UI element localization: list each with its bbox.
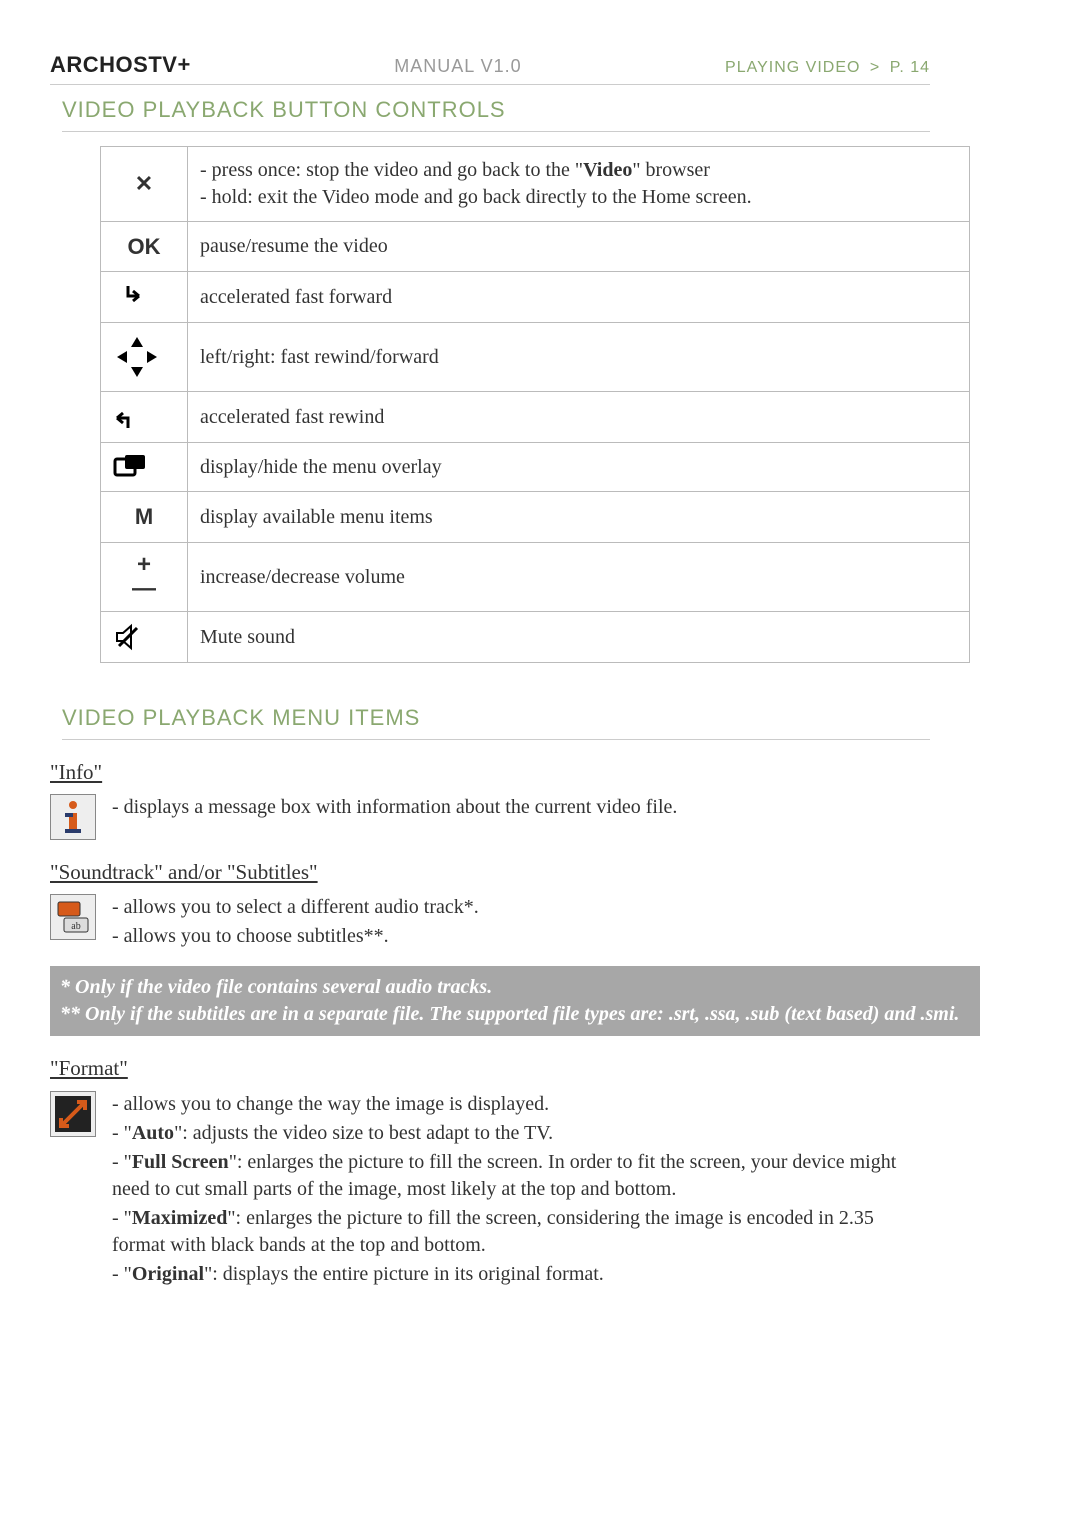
- format-orig: - "Original": displays the entire pictur…: [112, 1261, 930, 1288]
- brand-name: ARCHOS: [50, 52, 148, 77]
- menu-m-icon: M: [101, 492, 188, 543]
- format-full: - "Full Screen": enlarges the picture to…: [112, 1149, 930, 1203]
- dpad-icon: [101, 323, 188, 392]
- soundtrack-line2: - allows you to choose subtitles**.: [112, 923, 930, 950]
- format-auto-text: : adjusts the video size to best adapt t…: [182, 1122, 553, 1144]
- table-row: display/hide the menu overlay: [101, 443, 970, 492]
- menu-item-format-text: - allows you to change the way the image…: [112, 1089, 930, 1290]
- table-row: left/right: fast rewind/forward: [101, 323, 970, 392]
- table-row: accelerated fast rewind: [101, 392, 970, 443]
- table-row: +—increase/decrease volume: [101, 543, 970, 612]
- breadcrumb: PLAYING VIDEO > P. 14: [725, 57, 930, 79]
- menu-item-info-text: - displays a message box with informatio…: [112, 792, 930, 823]
- soundtrack-icon: ab: [50, 894, 96, 940]
- control-description: pause/resume the video: [188, 221, 970, 272]
- control-description: display available menu items: [188, 492, 970, 543]
- section-title-controls: VIDEO PLAYBACK BUTTON CONTROLS: [62, 95, 930, 132]
- brand-block: ARCHOSTV+: [50, 50, 191, 80]
- fast-rewind-accel-icon: [101, 392, 188, 443]
- ok-icon: OK: [101, 221, 188, 272]
- footnote-line2: ** Only if the subtitles are in a separa…: [60, 1001, 970, 1028]
- soundtrack-line1: - allows you to select a different audio…: [112, 894, 930, 921]
- format-line1: - allows you to change the way the image…: [112, 1091, 930, 1118]
- menu-item-info-title: "Info": [50, 758, 930, 786]
- menu-item-soundtrack-title: "Soundtrack" and/or "Subtitles": [50, 858, 930, 886]
- brand-suffix: TV+: [148, 52, 190, 77]
- format-orig-label: Original: [132, 1263, 204, 1285]
- menu-item-info: - displays a message box with informatio…: [50, 792, 930, 840]
- control-description: accelerated fast rewind: [188, 392, 970, 443]
- format-max-text: : enlarges the picture to fill the scree…: [112, 1207, 874, 1256]
- format-max-label: Maximized: [132, 1207, 228, 1229]
- overlay-toggle-icon: [101, 443, 188, 492]
- control-description: display/hide the menu overlay: [188, 443, 970, 492]
- format-orig-text: : displays the entire picture in its ori…: [212, 1263, 604, 1285]
- control-description: left/right: fast rewind/forward: [188, 323, 970, 392]
- breadcrumb-page: P. 14: [890, 59, 930, 76]
- table-row: OKpause/resume the video: [101, 221, 970, 272]
- volume-plus-minus-icon: +—: [101, 543, 188, 612]
- close-x-icon: ✕: [101, 146, 188, 221]
- breadcrumb-section: PLAYING VIDEO: [725, 59, 860, 76]
- table-row: ✕- press once: stop the video and go bac…: [101, 146, 970, 221]
- control-description: increase/decrease volume: [188, 543, 970, 612]
- control-description: - press once: stop the video and go back…: [188, 146, 970, 221]
- footnote-box: * Only if the video file contains severa…: [50, 966, 980, 1036]
- menu-item-soundtrack: ab - allows you to select a different au…: [50, 892, 930, 952]
- format-icon: [50, 1091, 96, 1137]
- menu-item-format-title: "Format": [50, 1054, 930, 1082]
- fast-forward-accel-icon: [101, 272, 188, 323]
- controls-table: ✕- press once: stop the video and go bac…: [100, 146, 970, 663]
- control-description: accelerated fast forward: [188, 272, 970, 323]
- info-line1: - displays a message box with informatio…: [112, 794, 930, 821]
- footnote-line1: * Only if the video file contains severa…: [60, 974, 970, 1001]
- table-row: Mute sound: [101, 612, 970, 663]
- menu-item-soundtrack-text: - allows you to select a different audio…: [112, 892, 930, 952]
- info-icon: [50, 794, 96, 840]
- format-max: - "Maximized": enlarges the picture to f…: [112, 1205, 930, 1259]
- mute-icon: [101, 612, 188, 663]
- chevron-right-icon: >: [870, 59, 880, 76]
- table-row: accelerated fast forward: [101, 272, 970, 323]
- format-auto-label: Auto: [132, 1122, 174, 1144]
- format-full-label: Full Screen: [132, 1151, 229, 1173]
- section-title-menu: VIDEO PLAYBACK MENU ITEMS: [62, 703, 930, 740]
- menu-item-format: - allows you to change the way the image…: [50, 1089, 930, 1290]
- table-row: Mdisplay available menu items: [101, 492, 970, 543]
- format-full-text: : enlarges the picture to fill the scree…: [112, 1151, 896, 1200]
- manual-version: MANUAL V1.0: [394, 54, 521, 78]
- control-description: Mute sound: [188, 612, 970, 663]
- page-header: ARCHOSTV+ MANUAL V1.0 PLAYING VIDEO > P.…: [50, 50, 930, 85]
- svg-text:ab: ab: [71, 921, 80, 932]
- format-auto: - "Auto": adjusts the video size to best…: [112, 1120, 930, 1147]
